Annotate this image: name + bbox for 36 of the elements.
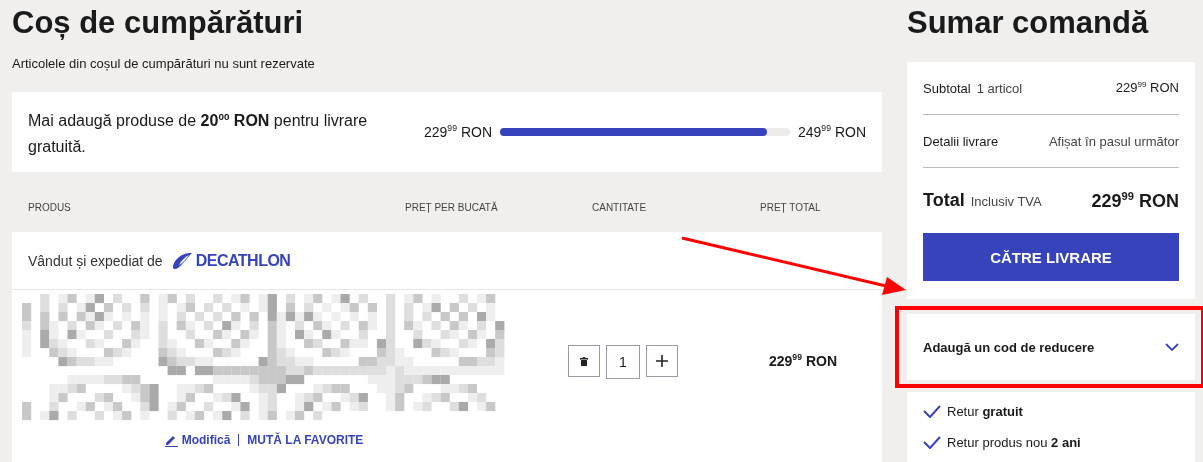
shipping-message: Mai adaugă produse de 20$^{00}$ RON pentru livrare gratuită. — [28, 112, 368, 156]
edit-link[interactable]: Modifică — [164, 433, 231, 447]
seller-label: Vândut și expediat de — [28, 252, 163, 269]
summary-note: 1 articol — [976, 80, 1023, 96]
chevron-icon — [1165, 343, 1179, 351]
target-amount: 249$^{99}$ RON — [798, 124, 866, 141]
total-label: Total — [923, 190, 965, 210]
page-title: Coș de cumpărături — [12, 4, 305, 42]
increase-button[interactable] — [646, 345, 678, 377]
favorite-link[interactable]: MUTĂ LA FAVORITE — [247, 433, 364, 447]
total-note: Inclusiv TVA — [970, 194, 1042, 209]
benefit-text: Retur gratuit — [947, 404, 1023, 419]
total-value: 229$^{99}$ RON — [1091, 190, 1179, 211]
check-icon — [923, 405, 941, 418]
column-header: CANTITATE — [592, 201, 648, 213]
delete-button[interactable] — [568, 345, 600, 377]
summary-value: 229$^{99}$ RON — [1115, 80, 1179, 96]
item-total: 229$^{99}$ RON — [769, 352, 837, 369]
column-header: PREȚ TOTAL — [760, 201, 822, 213]
pencil-icon — [164, 433, 178, 447]
summary-title: Sumar comandă — [907, 4, 1150, 42]
benefit-text: Retur produs nou 2 ani — [947, 435, 1081, 450]
summary-label: Detalii livrare — [923, 133, 999, 149]
column-header: PREȚ PER BUCATĂ — [405, 201, 499, 213]
checkout-button[interactable]: CĂTRE LIVRARE — [923, 233, 1179, 281]
summary-label: Subtotal — [923, 80, 971, 96]
trash-icon — [580, 356, 588, 366]
subtitle: Articolele din coșul de cumpărături nu sunt rezervate — [12, 56, 316, 71]
summary-value: Afișat în pasul următor — [1048, 133, 1179, 149]
column-header: PRODUS — [28, 201, 72, 213]
quantity-field[interactable]: 1 — [606, 345, 640, 379]
current-amount: 229$^{99}$ RON — [424, 124, 492, 141]
seller-logo: DECATHLON — [170, 251, 291, 270]
discount-toggle[interactable]: Adaugă un cod de reducere — [907, 314, 1195, 380]
plus-icon — [656, 355, 668, 367]
check-icon — [923, 436, 941, 449]
